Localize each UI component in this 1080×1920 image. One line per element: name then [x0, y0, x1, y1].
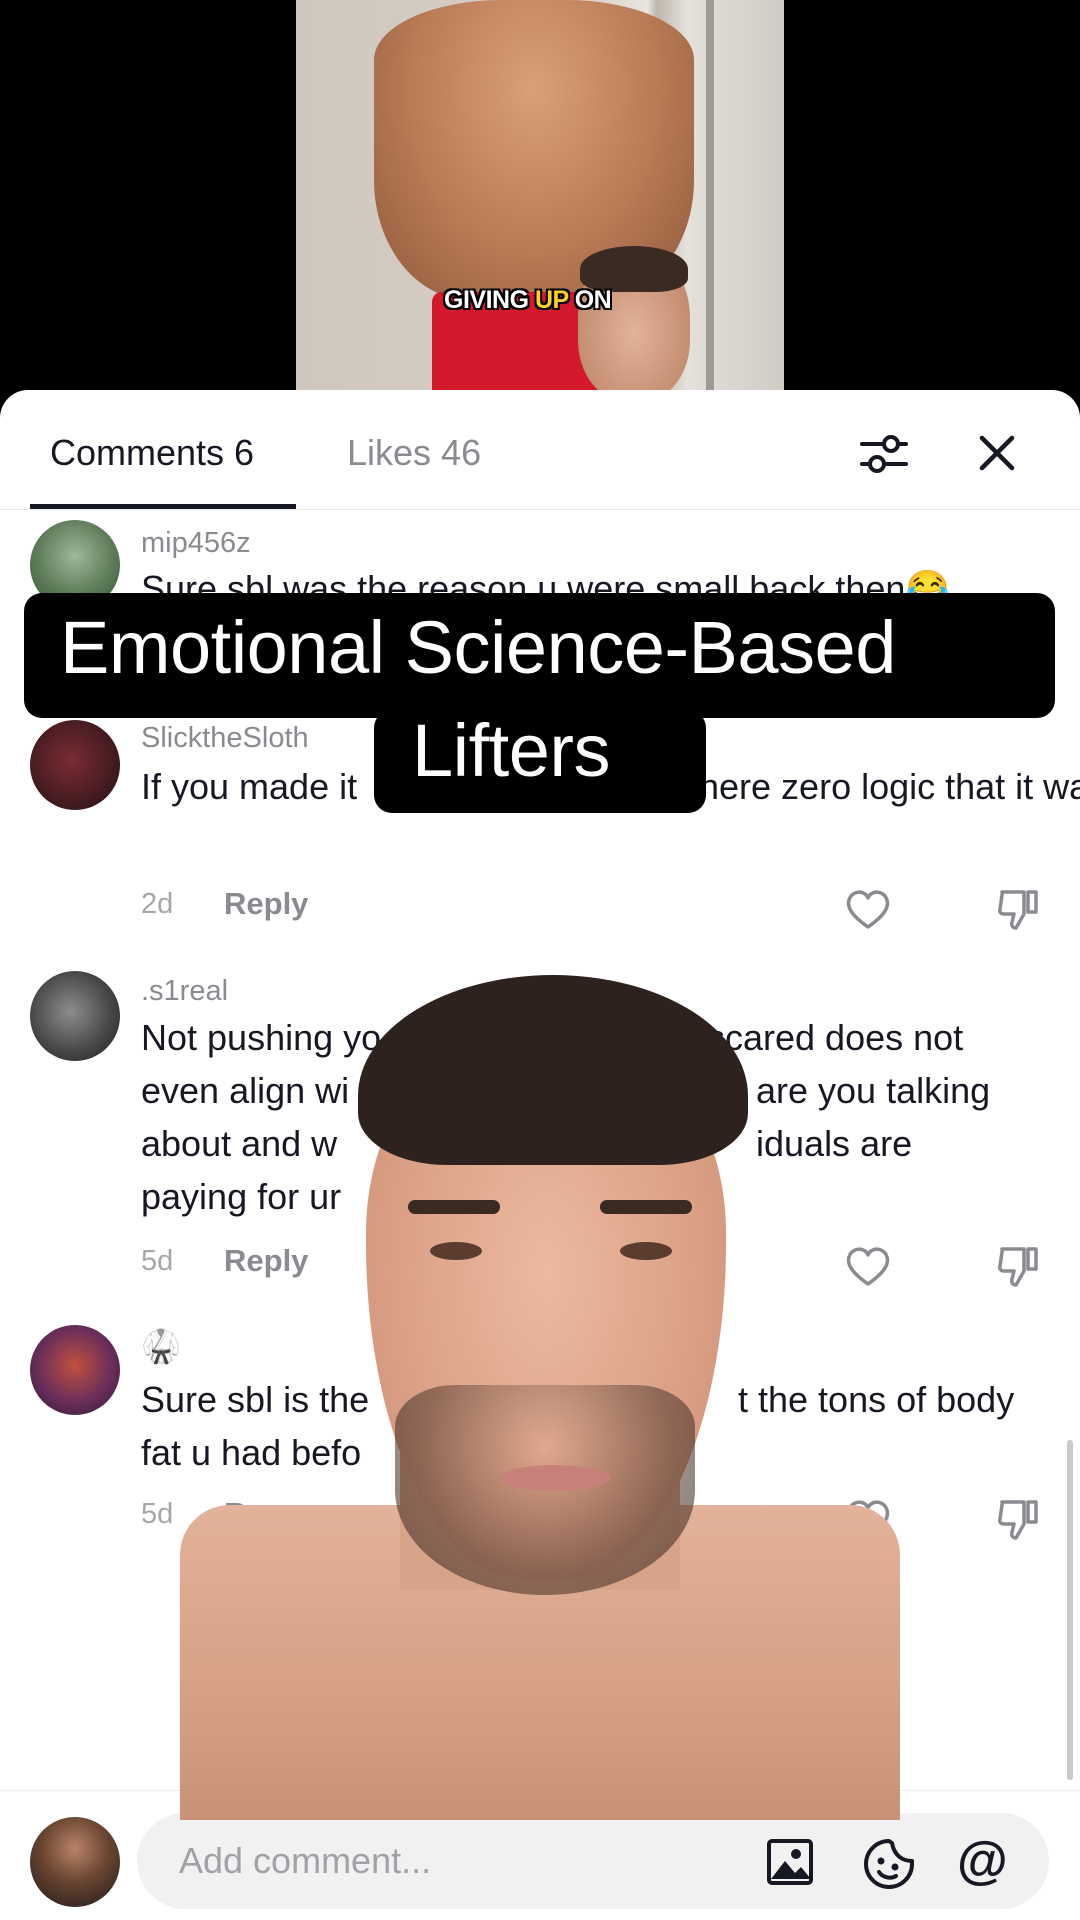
creator-left-eye	[430, 1242, 482, 1260]
comments-tab-bar: Comments 6 Likes 46	[0, 390, 1080, 510]
comment-time: 5d	[141, 1498, 174, 1530]
tab-comments[interactable]: Comments 6	[50, 432, 254, 474]
scrollbar[interactable]	[1067, 1440, 1073, 1780]
comment-username[interactable]: SlicktheSloth	[141, 722, 309, 755]
comment-input-pill[interactable]: @	[137, 1813, 1049, 1909]
image-icon[interactable]	[765, 1837, 815, 1887]
comment-input[interactable]	[179, 1813, 739, 1909]
sliders-icon[interactable]	[858, 428, 910, 480]
comment-time: 2d	[141, 888, 174, 920]
door-edge	[706, 0, 714, 400]
caption-highlight: UP	[534, 286, 569, 314]
sticker-icon[interactable]	[862, 1837, 916, 1891]
reply-button[interactable]: Reply	[224, 886, 308, 922]
creator-left-brow	[408, 1200, 500, 1214]
video-frame	[296, 0, 784, 400]
close-icon[interactable]	[972, 428, 1022, 478]
at-icon[interactable]: @	[957, 1831, 1017, 1891]
comment-text-cont: here zero logic that it was cuz of sbl..…	[699, 766, 1080, 807]
dislike-icon[interactable]	[996, 1243, 1042, 1289]
dislike-icon[interactable]	[996, 1496, 1042, 1542]
heart-icon[interactable]	[845, 888, 891, 930]
video-player[interactable]: GIVING UP ON	[0, 0, 1080, 400]
comment-time: 5d	[141, 1245, 174, 1277]
dislike-icon[interactable]	[996, 886, 1042, 932]
video-caption: GIVING UP ON	[444, 286, 612, 314]
avatar[interactable]	[30, 720, 120, 810]
avatar[interactable]	[30, 971, 120, 1061]
comment-username[interactable]: 🥋	[141, 1327, 181, 1365]
comment-username[interactable]: mip456z	[141, 527, 251, 560]
active-tab-indicator	[30, 504, 296, 509]
creator-right-brow	[600, 1200, 692, 1214]
creator-right-eye	[620, 1242, 672, 1260]
overlay-title-line-1: Emotional Science-Based	[60, 606, 896, 689]
avatar[interactable]	[30, 1325, 120, 1415]
overlay-title-line-2: Lifters	[412, 709, 611, 792]
my-avatar[interactable]	[30, 1817, 120, 1907]
creator-mouth	[500, 1465, 610, 1491]
tab-likes[interactable]: Likes 46	[347, 432, 481, 474]
